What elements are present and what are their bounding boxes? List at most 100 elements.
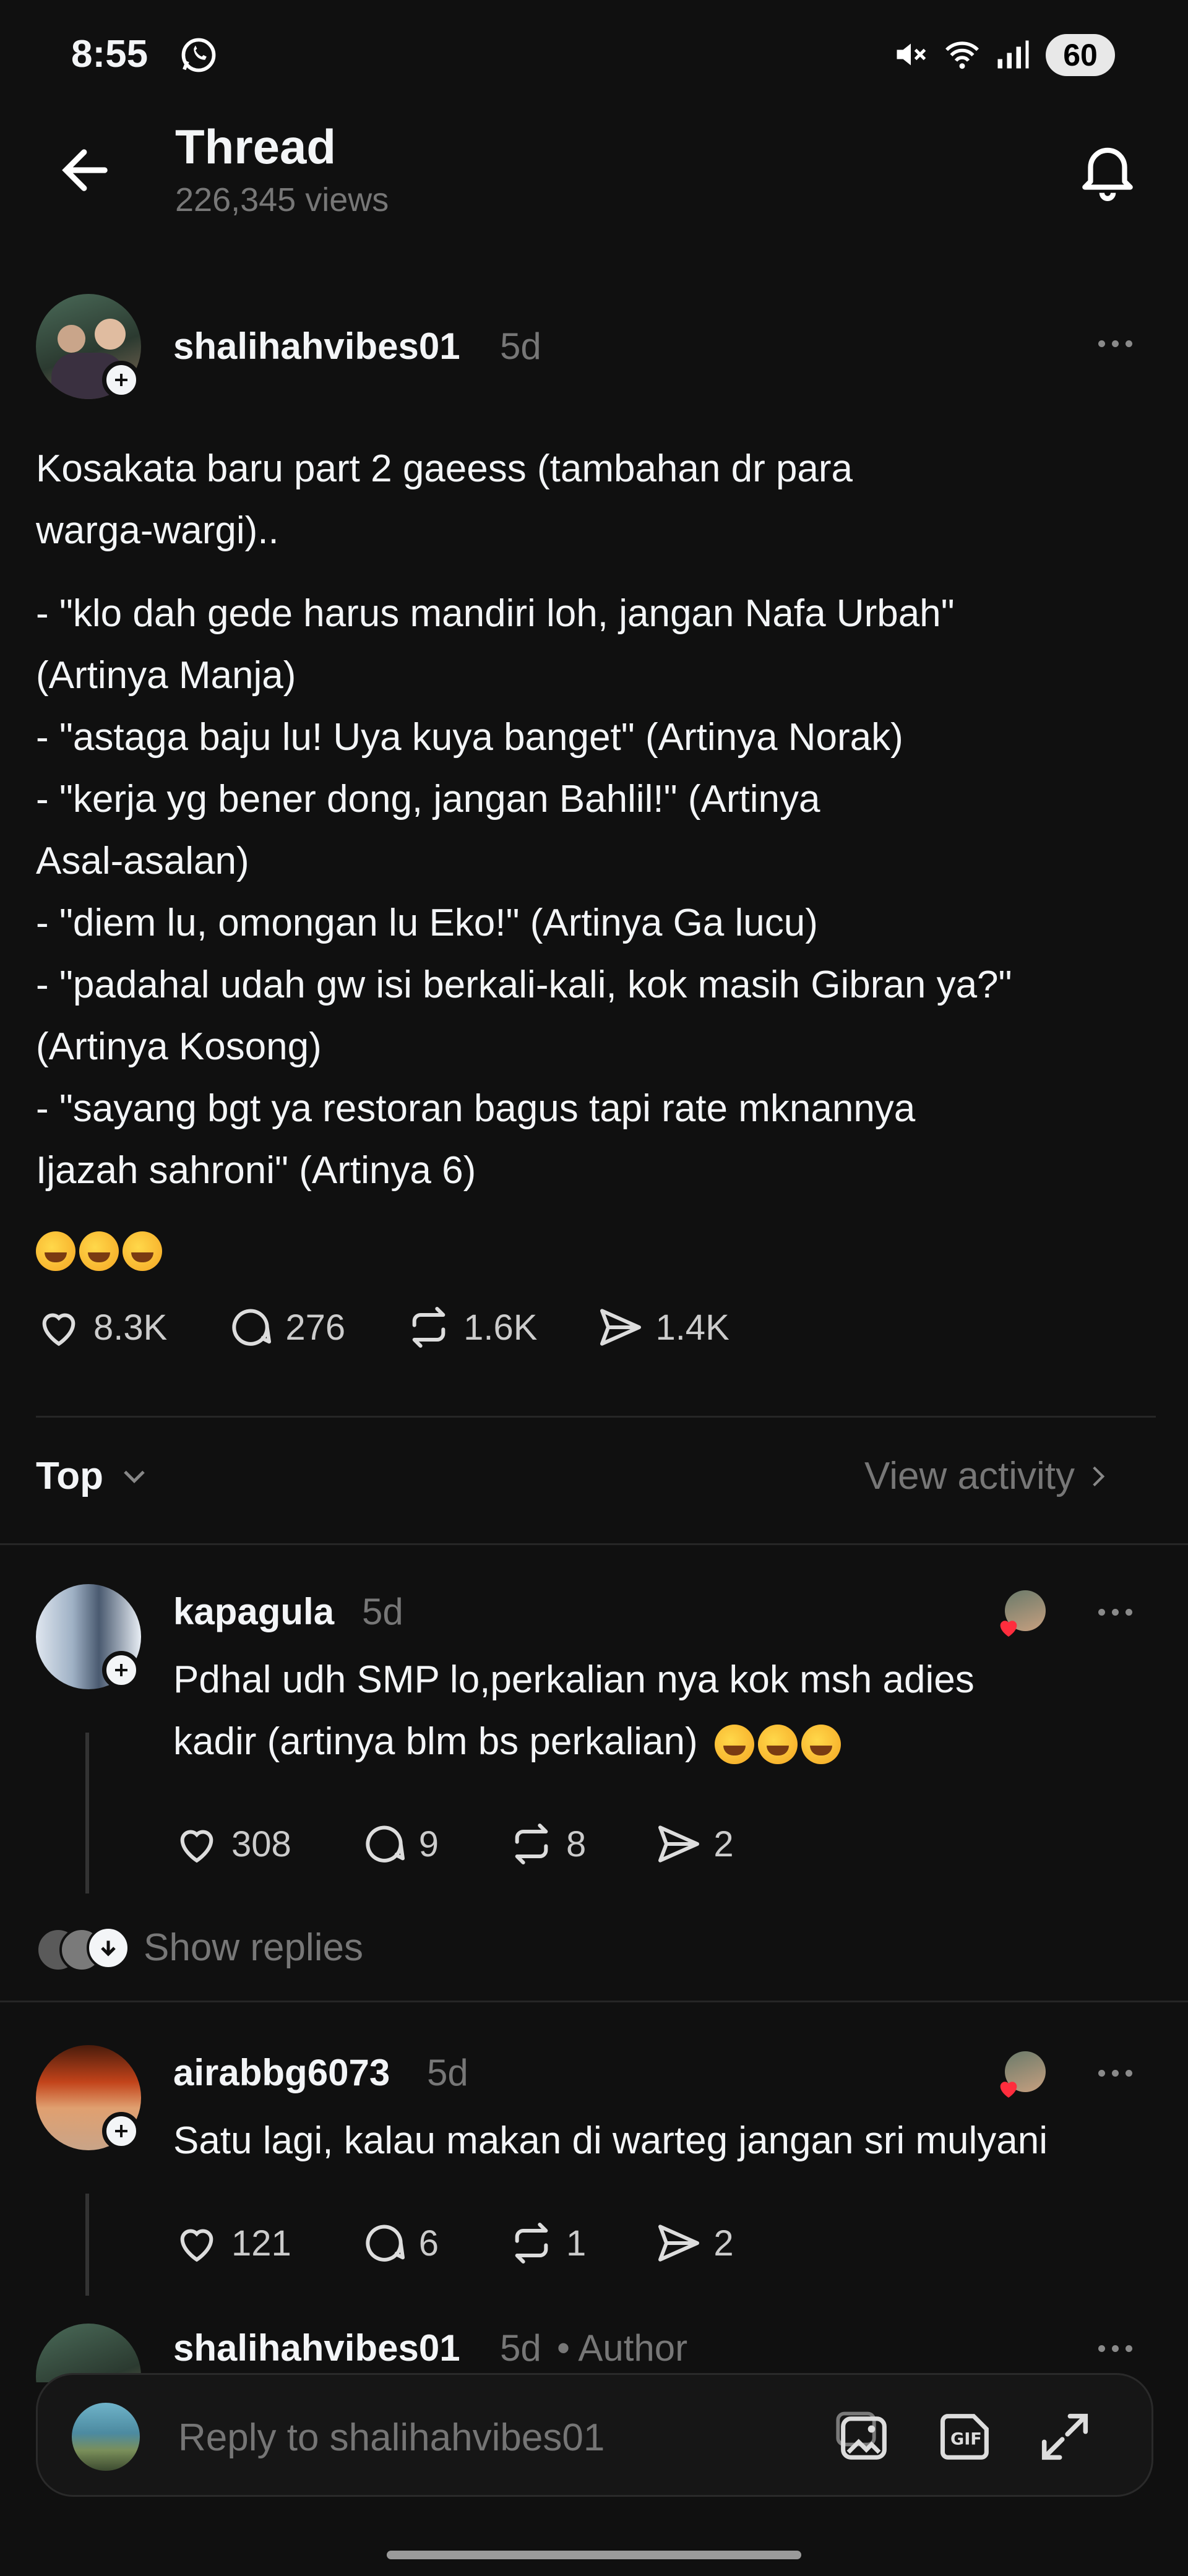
share-button[interactable]: 2 — [654, 2218, 734, 2268]
comment-button[interactable]: 276 — [226, 1303, 345, 1352]
rofl-emoji-icon — [801, 1724, 841, 1764]
repost-icon — [515, 1824, 548, 1864]
post-actions: 8.3K 276 1.6K 1.4K — [34, 1303, 730, 1352]
comment-count: 9 — [418, 1824, 439, 1864]
post-list-line: - "diem lu, omongan lu Eko!" (Artinya Ga… — [36, 902, 818, 944]
divider — [0, 2001, 1188, 2002]
reply-text: Satu lagi, kalau makan di warteg jangan … — [173, 2110, 1176, 2172]
reply-composer: GIF — [36, 2373, 1153, 2497]
repost-button[interactable]: 1 — [507, 2218, 586, 2268]
rofl-emoji-icon — [757, 1724, 798, 1764]
post-list-line: - "padahal udah gw isi berkali-kali, kok… — [36, 963, 1012, 1006]
share-button[interactable]: 1.4K — [596, 1303, 730, 1352]
image-icon — [836, 2411, 887, 2460]
reply-more-button[interactable] — [1098, 2070, 1132, 2077]
post-emojis — [36, 1231, 166, 1271]
like-button[interactable]: 308 — [172, 1819, 291, 1869]
expand-composer-button[interactable] — [1034, 2406, 1096, 2468]
follow-plus-button[interactable] — [102, 1651, 140, 1689]
sort-label: Top — [36, 1455, 104, 1497]
thread-line — [85, 2194, 89, 2296]
reply-item: kapagula 5d Pdhal udh SMP lo,perkalian n… — [0, 1584, 1188, 1986]
rofl-emoji-icon — [123, 1231, 162, 1271]
share-count: 2 — [713, 2223, 734, 2264]
reply-item: airabbg6073 5d Satu lagi, kalau makan di… — [0, 2045, 1188, 2305]
chevron-right-icon — [1093, 1466, 1105, 1486]
expand-icon — [1041, 2413, 1088, 2460]
reply-text-line: kadir (artinya blm bs perkalian) — [173, 1720, 698, 1763]
author-liked-icon — [996, 2051, 1046, 2101]
rofl-emoji-icon — [714, 1724, 754, 1764]
divider — [36, 1416, 1156, 1418]
reply-more-button[interactable] — [1098, 2345, 1132, 2352]
battery-indicator: 60 — [1046, 34, 1115, 76]
post-username[interactable]: shalihahvibes01 — [173, 325, 460, 368]
post-list-line: - "kerja yg bener dong, jangan Bahlil!" … — [36, 778, 820, 821]
post-list-line: - "sayang bgt ya restoran bagus tapi rat… — [36, 1087, 916, 1130]
repost-icon — [515, 2223, 548, 2264]
repost-button[interactable]: 1.6K — [404, 1303, 537, 1352]
send-icon — [600, 1309, 642, 1346]
author-tag: • Author — [557, 2327, 688, 2369]
sort-dropdown[interactable]: Top — [36, 1454, 153, 1498]
back-button[interactable] — [56, 139, 118, 201]
repost-count: 8 — [566, 1824, 587, 1864]
add-image-button[interactable] — [833, 2406, 895, 2468]
notification-bell-button[interactable] — [1074, 136, 1142, 204]
reply-username[interactable]: kapagula — [173, 1590, 334, 1633]
gesture-bar[interactable] — [387, 2551, 801, 2559]
page-title: Thread — [175, 119, 337, 174]
comment-button[interactable]: 6 — [359, 2218, 439, 2268]
reply-actions: 308 9 8 2 — [172, 1819, 734, 1869]
comment-button[interactable]: 9 — [359, 1819, 439, 1869]
like-count: 121 — [231, 2223, 291, 2264]
like-button[interactable]: 121 — [172, 2218, 291, 2268]
post-list: - "klo dah gede harus mandiri loh, janga… — [36, 583, 1168, 1202]
plus-icon — [115, 2125, 127, 2137]
share-button[interactable]: 2 — [654, 1819, 734, 1869]
plus-icon — [115, 1664, 127, 1676]
comment-icon — [366, 1825, 405, 1863]
heart-icon — [180, 2229, 213, 2262]
post-line: warga-wargi).. — [36, 509, 279, 552]
follow-plus-button[interactable] — [102, 2112, 140, 2150]
arrow-down-circle-icon — [87, 1926, 130, 1970]
like-count: 308 — [231, 1824, 291, 1864]
view-activity-link[interactable]: View activity — [864, 1454, 1113, 1498]
view-activity-label: View activity — [864, 1455, 1075, 1497]
reply-avatars — [36, 1923, 130, 1972]
reply-username[interactable]: shalihahvibes01 — [173, 2327, 460, 2369]
post-more-button[interactable] — [1098, 340, 1132, 347]
post-list-line: Ijazah sahroni" (Artinya 6) — [36, 1149, 476, 1192]
post-list-line: (Artinya Kosong) — [36, 1025, 322, 1068]
post-age: 5d — [500, 325, 541, 367]
svg-text:GIF: GIF — [950, 2430, 982, 2449]
rofl-emoji-icon — [79, 1231, 119, 1271]
reply-text: Pdhal udh SMP lo,perkalian nya kok msh a… — [173, 1649, 1163, 1773]
reply-text-line: Satu lagi, kalau makan di warteg jangan … — [173, 2119, 1048, 2162]
share-count: 1.4K — [655, 1307, 730, 1348]
plus-icon — [115, 374, 127, 386]
reply-age: 5d — [362, 1591, 403, 1632]
follow-plus-button[interactable] — [102, 361, 140, 399]
share-count: 2 — [713, 1824, 734, 1864]
repost-button[interactable]: 8 — [507, 1819, 586, 1869]
like-button[interactable]: 8.3K — [34, 1303, 167, 1352]
reply-username[interactable]: airabbg6073 — [173, 2051, 390, 2094]
like-count: 8.3K — [93, 1307, 168, 1348]
reply-input[interactable] — [177, 2406, 798, 2469]
comment-icon — [232, 1309, 272, 1346]
back-arrow-icon — [62, 149, 108, 191]
view-count: 226,345 views — [175, 181, 389, 218]
reply-more-button[interactable] — [1098, 1609, 1132, 1616]
post-list-line: Asal-asalan) — [36, 840, 249, 882]
add-gif-button[interactable]: GIF — [935, 2406, 997, 2468]
chevron-down-icon — [124, 1470, 145, 1483]
reply-actions: 121 6 1 2 — [172, 2218, 734, 2268]
show-replies-button[interactable]: Show replies — [36, 1923, 363, 1972]
status-time: 8:55 — [71, 33, 148, 75]
comment-icon — [366, 2225, 405, 2262]
post-list-line: (Artinya Manja) — [36, 654, 296, 697]
repost-icon — [412, 1307, 446, 1348]
repost-count: 1.6K — [463, 1307, 538, 1348]
